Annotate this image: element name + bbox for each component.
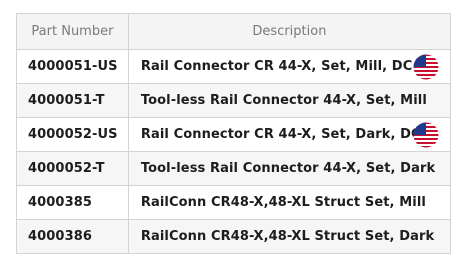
description-text: Tool-less Rail Connector 44-X, Set, Mill — [140, 93, 427, 108]
table-row: 4000051-T Tool-less Rail Connector 44-X,… — [16, 83, 452, 118]
table-row: 4000052-US Rail Connector CR 44-X, Set, … — [16, 117, 452, 152]
us-flag-icon — [413, 122, 439, 148]
part-number-cell: 4000386 — [16, 219, 129, 254]
part-number-cell: 4000385 — [16, 185, 129, 220]
description-cell: RailConn CR48-X,48-XL Struct Set, Dark — [127, 219, 452, 254]
description-cell: Rail Connector CR 44-X, Set, Dark, DC — [127, 117, 452, 152]
part-number-cell: 4000052-T — [16, 151, 129, 186]
part-number-cell: 4000051-T — [16, 83, 129, 118]
description-text: Tool-less Rail Connector 44-X, Set, Dark — [140, 161, 436, 176]
part-number-cell: 4000052-US — [16, 117, 129, 152]
parts-table: Part Number Description 4000051-US Rail … — [16, 13, 452, 254]
description-cell: Tool-less Rail Connector 44-X, Set, Mill — [127, 83, 452, 118]
description-text: RailConn CR48-X,48-XL Struct Set, Dark — [140, 229, 435, 244]
column-header-description: Description — [127, 13, 452, 50]
description-cell: Rail Connector CR 44-X, Set, Mill, DC — [127, 49, 452, 84]
description-text: Rail Connector CR 44-X, Set, Mill, DC — [140, 59, 413, 74]
description-cell: Tool-less Rail Connector 44-X, Set, Dark — [127, 151, 452, 186]
description-text: Rail Connector CR 44-X, Set, Dark, DC — [140, 127, 421, 142]
description-text: RailConn CR48-X,48-XL Struct Set, Mill — [140, 195, 426, 210]
table-header-row: Part Number Description — [16, 13, 452, 50]
table-row: 4000052-T Tool-less Rail Connector 44-X,… — [16, 151, 452, 186]
table-row: 4000051-US Rail Connector CR 44-X, Set, … — [16, 49, 452, 84]
us-flag-icon — [413, 54, 439, 80]
table-row: 4000385 RailConn CR48-X,48-XL Struct Set… — [16, 185, 452, 220]
description-cell: RailConn CR48-X,48-XL Struct Set, Mill — [127, 185, 452, 220]
table-row: 4000386 RailConn CR48-X,48-XL Struct Set… — [16, 219, 452, 254]
part-number-cell: 4000051-US — [16, 49, 129, 84]
column-header-part-number: Part Number — [16, 13, 129, 50]
